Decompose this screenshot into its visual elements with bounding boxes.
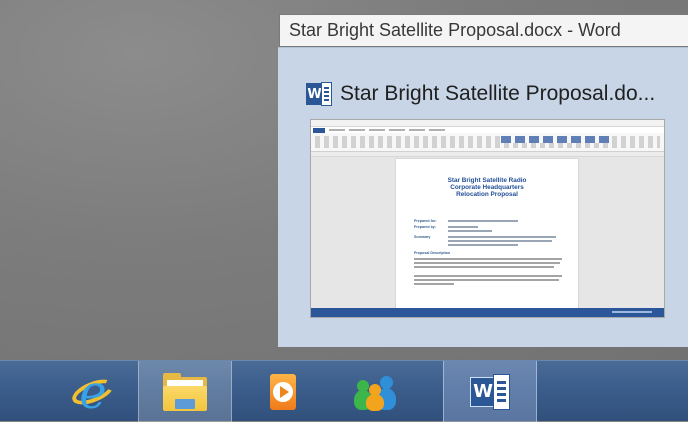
word-icon: W <box>306 82 332 106</box>
thumb-document-area: Star Bright Satellite Radio Corporate He… <box>311 157 664 312</box>
word-icon: W <box>470 373 510 410</box>
field-summary: Summary <box>414 235 431 239</box>
thumb-ribbon <box>311 133 664 152</box>
thumb-status-bar <box>311 308 664 317</box>
thumb-titlebar <box>311 120 664 127</box>
taskbar-messenger[interactable] <box>336 361 414 422</box>
section-proposal-description: Proposal Description <box>414 251 451 255</box>
preview-header: W Star Bright Satellite Proposal.do... <box>306 80 655 108</box>
media-player-icon <box>270 373 296 410</box>
taskbar-media-player[interactable] <box>244 361 322 422</box>
taskbar-internet-explorer[interactable]: e <box>54 361 132 422</box>
taskbar-file-explorer[interactable] <box>138 361 232 422</box>
word-window-thumbnail[interactable]: Star Bright Satellite Radio Corporate He… <box>310 119 665 318</box>
field-prepared-for: Prepared for: <box>414 219 437 223</box>
document-page: Star Bright Satellite Radio Corporate He… <box>396 159 578 309</box>
folder-icon <box>163 372 207 411</box>
document-heading: Star Bright Satellite Radio Corporate He… <box>447 177 527 199</box>
internet-explorer-icon: e <box>68 369 118 415</box>
messenger-people-icon <box>352 372 398 412</box>
taskbar-thumbnail-preview[interactable]: W Star Bright Satellite Proposal.do... S… <box>278 47 688 347</box>
taskbar: e W <box>0 360 688 422</box>
preview-title: Star Bright Satellite Proposal.do... <box>340 82 656 105</box>
tooltip-text: Star Bright Satellite Proposal.docx - Wo… <box>289 20 621 40</box>
taskbar-word[interactable]: W <box>443 361 537 422</box>
field-prepared-by: Prepared by: <box>414 225 436 229</box>
window-tooltip: Star Bright Satellite Proposal.docx - Wo… <box>279 14 688 47</box>
